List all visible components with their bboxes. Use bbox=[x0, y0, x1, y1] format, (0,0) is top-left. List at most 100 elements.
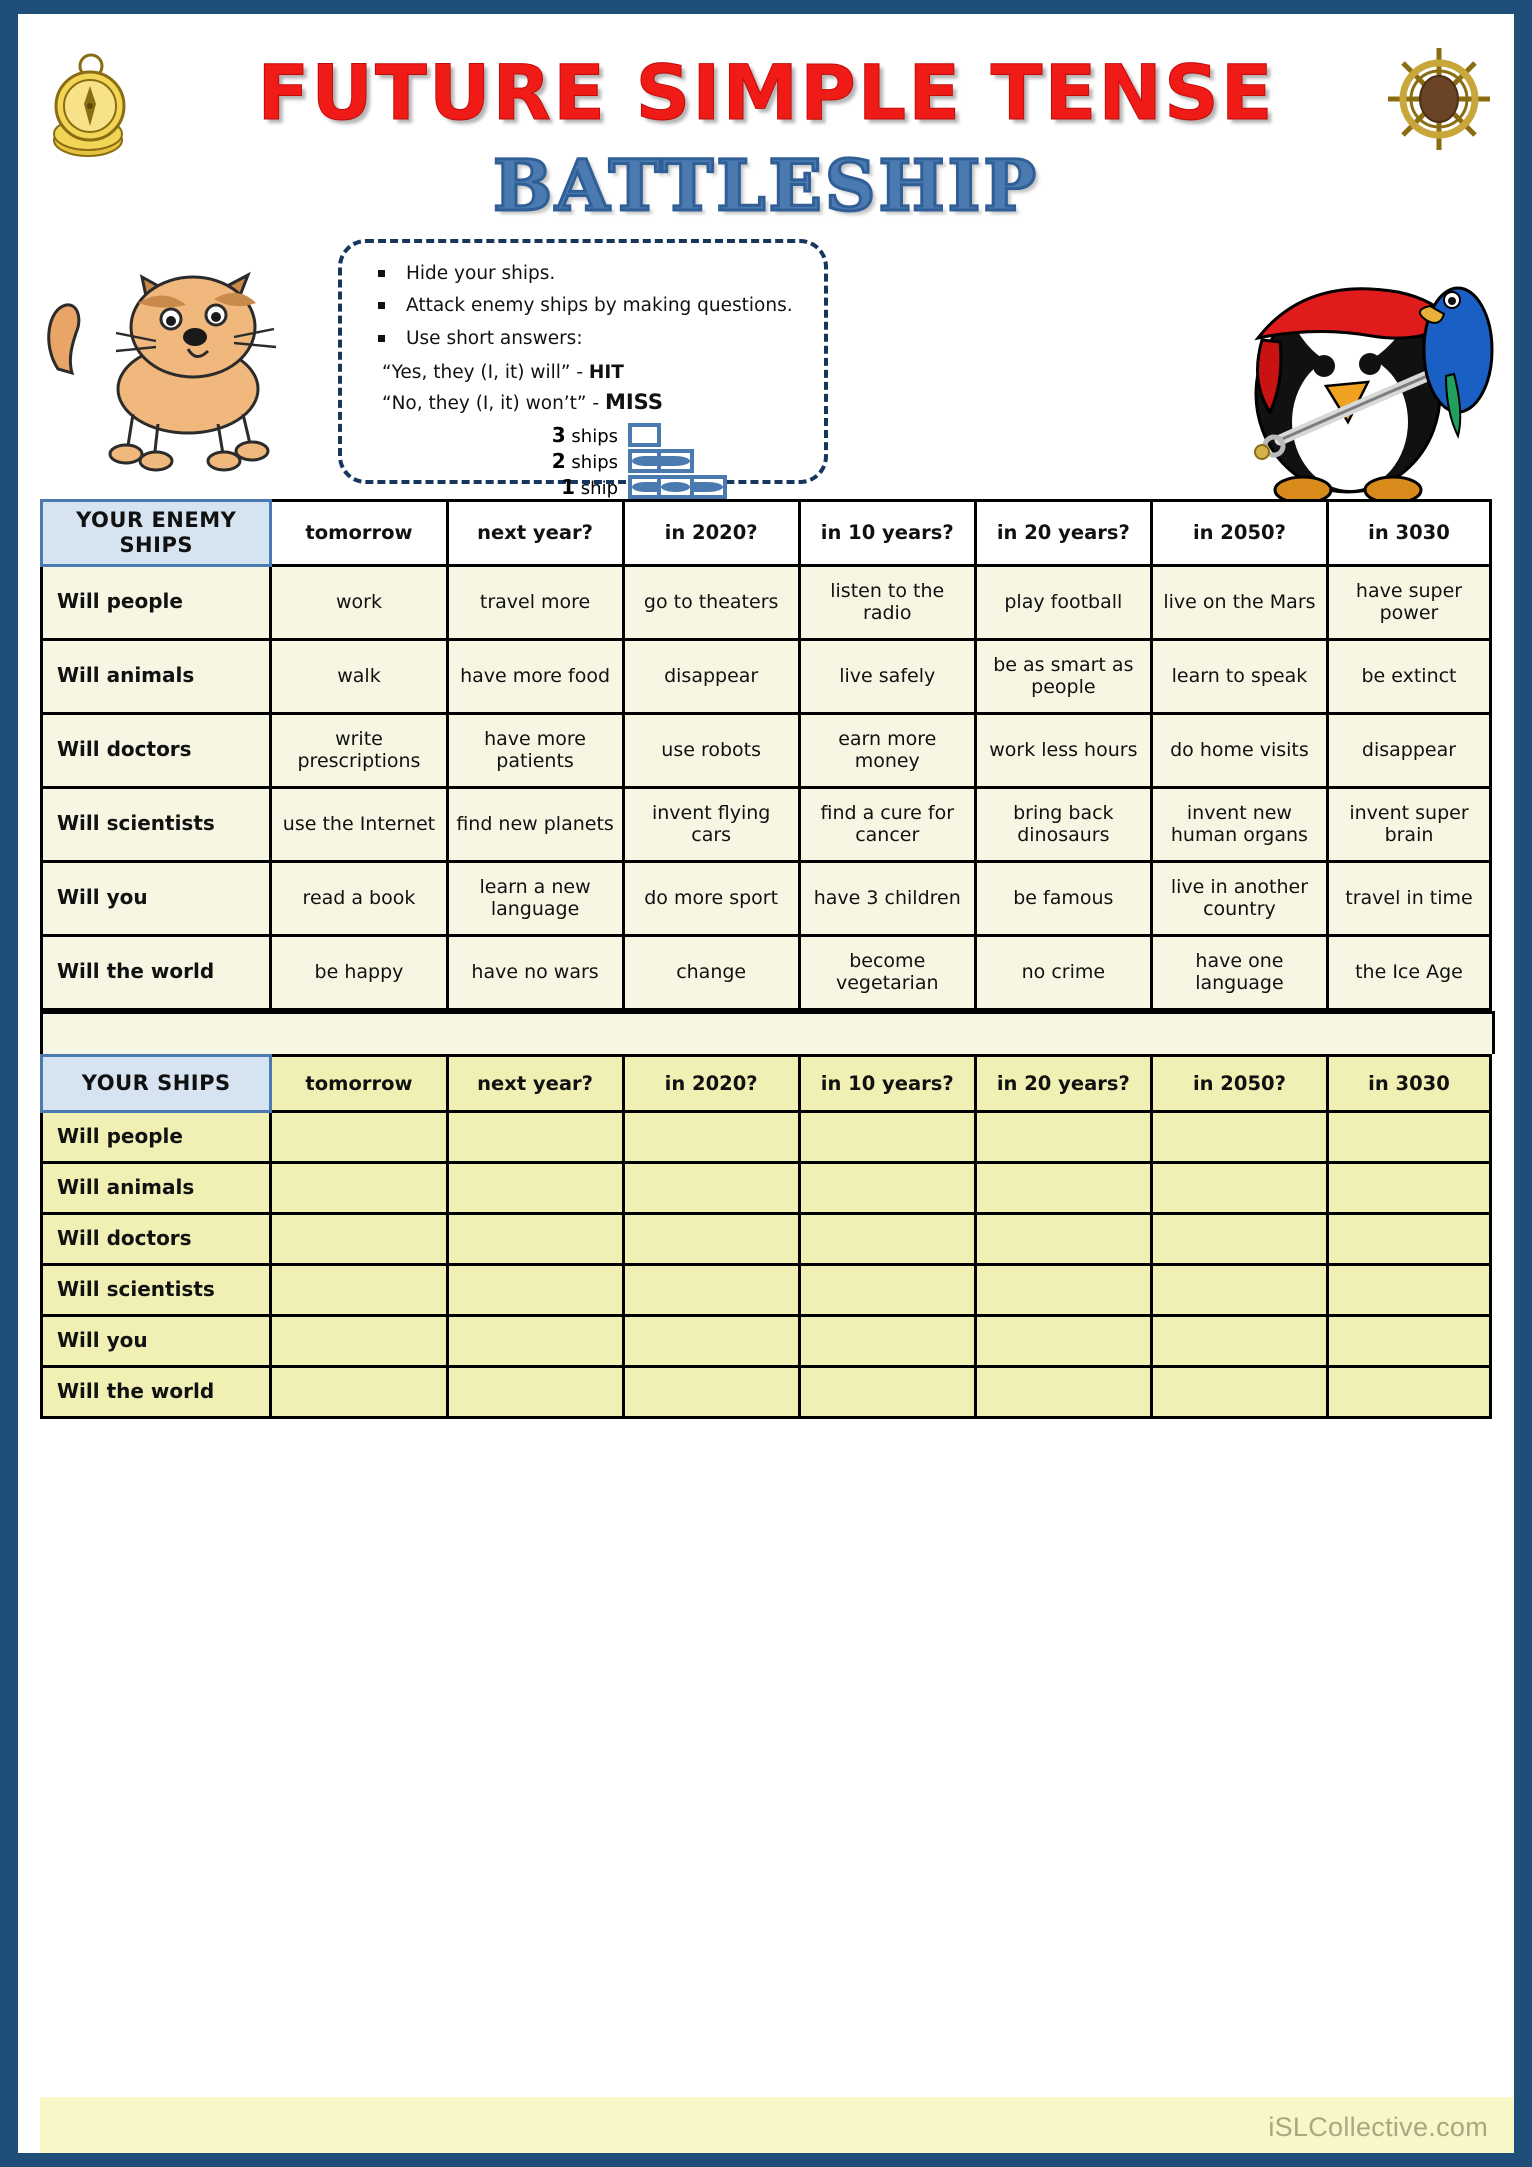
your-cell-r4-c4[interactable] bbox=[973, 1314, 1153, 1369]
your-cell-r3-c3[interactable] bbox=[797, 1263, 977, 1318]
enemy-cell-r0-c6[interactable]: have super power bbox=[1325, 563, 1493, 641]
enemy-cell-r3-c5[interactable]: invent new human organs bbox=[1149, 785, 1329, 863]
enemy-cell-r4-c5[interactable]: live in another country bbox=[1149, 859, 1329, 937]
your-cell-r1-c1[interactable] bbox=[445, 1161, 625, 1216]
your-cell-r3-c6[interactable] bbox=[1325, 1263, 1493, 1318]
enemy-cell-r1-c2[interactable]: disappear bbox=[621, 637, 801, 715]
row-label-4: Will you bbox=[39, 859, 273, 937]
your-cell-r4-c3[interactable] bbox=[797, 1314, 977, 1369]
your-cell-r2-c2[interactable] bbox=[621, 1212, 801, 1267]
enemy-cell-r3-c1[interactable]: find new planets bbox=[445, 785, 625, 863]
enemy-cell-r2-c3[interactable]: earn more money bbox=[797, 711, 977, 789]
enemy-cell-r0-c0[interactable]: work bbox=[269, 563, 449, 641]
enemy-cell-r1-c3[interactable]: live safely bbox=[797, 637, 977, 715]
enemy-cell-r5-c4[interactable]: no crime bbox=[973, 933, 1153, 1011]
legend-label-2: 2 ships bbox=[532, 449, 628, 473]
grid-spacer bbox=[40, 1010, 1495, 1055]
enemy-cell-r0-c1[interactable]: travel more bbox=[445, 563, 625, 641]
your-cell-r4-c6[interactable] bbox=[1325, 1314, 1493, 1369]
enemy-cell-r3-c4[interactable]: bring back dinosaurs bbox=[973, 785, 1153, 863]
enemy-cell-r3-c3[interactable]: find a cure for cancer bbox=[797, 785, 977, 863]
enemy-cell-r3-c2[interactable]: invent flying cars bbox=[621, 785, 801, 863]
enemy-cell-r5-c5[interactable]: have one language bbox=[1149, 933, 1329, 1011]
your-cell-r5-c2[interactable] bbox=[621, 1365, 801, 1420]
your-cell-r0-c5[interactable] bbox=[1149, 1110, 1329, 1165]
your-cell-r5-c5[interactable] bbox=[1149, 1365, 1329, 1420]
your-cell-r3-c2[interactable] bbox=[621, 1263, 801, 1318]
enemy-cell-r1-c6[interactable]: be extinct bbox=[1325, 637, 1493, 715]
your-cell-r0-c0[interactable] bbox=[269, 1110, 449, 1165]
miss-answer-text: “No, they (I, it) won’t” - bbox=[382, 392, 605, 414]
your-cell-r5-c3[interactable] bbox=[797, 1365, 977, 1420]
your-cell-r5-c6[interactable] bbox=[1325, 1365, 1493, 1420]
enemy-cell-r0-c2[interactable]: go to theaters bbox=[621, 563, 801, 641]
enemy-cell-r5-c2[interactable]: change bbox=[621, 933, 801, 1011]
enemy-cell-r0-c3[interactable]: listen to the radio bbox=[797, 563, 977, 641]
your-cell-r2-c3[interactable] bbox=[797, 1212, 977, 1267]
enemy-cell-r5-c1[interactable]: have no wars bbox=[445, 933, 625, 1011]
enemy-cell-r1-c0[interactable]: walk bbox=[269, 637, 449, 715]
your-cell-r5-c4[interactable] bbox=[973, 1365, 1153, 1420]
your-cell-r1-c6[interactable] bbox=[1325, 1161, 1493, 1216]
your-cell-r1-c4[interactable] bbox=[973, 1161, 1153, 1216]
enemy-cell-r0-c4[interactable]: play football bbox=[973, 563, 1153, 641]
your-cell-r4-c5[interactable] bbox=[1149, 1314, 1329, 1369]
enemy-cell-r1-c4[interactable]: be as smart as people bbox=[973, 637, 1153, 715]
enemy-cell-r2-c1[interactable]: have more patients bbox=[445, 711, 625, 789]
your-cell-r0-c1[interactable] bbox=[445, 1110, 625, 1165]
hit-answer-line: “Yes, they (I, it) will” - HIT bbox=[382, 360, 810, 387]
your-cell-r5-c1[interactable] bbox=[445, 1365, 625, 1420]
table-row: Will doctors write prescriptions have more… bbox=[39, 711, 1493, 789]
battleship-grids: YOUR ENEMY SHIPS tomorrow next year? in 202… bbox=[39, 499, 1495, 1420]
enemy-cell-r1-c5[interactable]: learn to speak bbox=[1149, 637, 1329, 715]
your-cell-r3-c1[interactable] bbox=[445, 1263, 625, 1318]
enemy-cell-r0-c5[interactable]: live on the Mars bbox=[1149, 563, 1329, 641]
your-cell-r0-c4[interactable] bbox=[973, 1110, 1153, 1165]
your-cell-r2-c5[interactable] bbox=[1149, 1212, 1329, 1267]
enemy-cell-r3-c6[interactable]: invent super brain bbox=[1325, 785, 1493, 863]
your-cell-r3-c5[interactable] bbox=[1149, 1263, 1329, 1318]
your-cell-r1-c3[interactable] bbox=[797, 1161, 977, 1216]
your-cell-r0-c3[interactable] bbox=[797, 1110, 977, 1165]
your-cell-r1-c0[interactable] bbox=[269, 1161, 449, 1216]
hit-label: HIT bbox=[588, 361, 624, 383]
enemy-cell-r5-c0[interactable]: be happy bbox=[269, 933, 449, 1011]
legend-count-2: 2 bbox=[551, 449, 566, 474]
enemy-cell-r4-c2[interactable]: do more sport bbox=[621, 859, 801, 937]
enemy-cell-r1-c1[interactable]: have more food bbox=[445, 637, 625, 715]
your-cell-r4-c2[interactable] bbox=[621, 1314, 801, 1369]
your-cell-r4-c1[interactable] bbox=[445, 1314, 625, 1369]
legend-word-2: ships bbox=[571, 452, 618, 474]
enemy-cell-r2-c2[interactable]: use robots bbox=[621, 711, 801, 789]
enemy-cell-r2-c0[interactable]: write prescriptions bbox=[269, 711, 449, 789]
enemy-cell-r5-c6[interactable]: the Ice Age bbox=[1325, 933, 1493, 1011]
your-cell-r3-c4[interactable] bbox=[973, 1263, 1153, 1318]
your-cell-r2-c4[interactable] bbox=[973, 1212, 1153, 1267]
your-cell-r0-c2[interactable] bbox=[621, 1110, 801, 1165]
enemy-cell-r4-c6[interactable]: travel in time bbox=[1325, 859, 1493, 937]
enemy-cell-r2-c4[interactable]: work less hours bbox=[973, 711, 1153, 789]
enemy-cell-r2-c5[interactable]: do home visits bbox=[1149, 711, 1329, 789]
your-cell-r3-c0[interactable] bbox=[269, 1263, 449, 1318]
enemy-cell-r4-c3[interactable]: have 3 children bbox=[797, 859, 977, 937]
enemy-cell-r5-c3[interactable]: become vegetarian bbox=[797, 933, 977, 1011]
your-cell-r2-c0[interactable] bbox=[269, 1212, 449, 1267]
enemy-cell-r2-c6[interactable]: disappear bbox=[1325, 711, 1493, 789]
enemy-cell-r4-c1[interactable]: learn a new language bbox=[445, 859, 625, 937]
instruction-item: Attack enemy ships by making questions. bbox=[364, 295, 810, 316]
enemy-cell-r4-c0[interactable]: read a book bbox=[269, 859, 449, 937]
enemy-cell-r3-c0[interactable]: use the Internet bbox=[269, 785, 449, 863]
enemy-ships-table: YOUR ENEMY SHIPS tomorrow next year? in 202… bbox=[39, 499, 1493, 1011]
your-cell-r2-c6[interactable] bbox=[1325, 1212, 1493, 1267]
table-row: Will the world bbox=[39, 1365, 1493, 1420]
your-cell-r1-c2[interactable] bbox=[621, 1161, 801, 1216]
your-cell-r2-c1[interactable] bbox=[445, 1212, 625, 1267]
row-label-0: Will people bbox=[39, 563, 273, 641]
your-cell-r1-c5[interactable] bbox=[1149, 1161, 1329, 1216]
enemy-cell-r4-c4[interactable]: be famous bbox=[973, 859, 1153, 937]
your-cell-r4-c0[interactable] bbox=[269, 1314, 449, 1369]
your-cell-r0-c6[interactable] bbox=[1325, 1110, 1493, 1165]
your-cell-r5-c0[interactable] bbox=[269, 1365, 449, 1420]
page-title: FUTURE SIMPLE TENSE bbox=[257, 48, 1275, 138]
worksheet-page: FUTURE SIMPLE TENSE BATTLESHIP Hide your… bbox=[18, 14, 1514, 2153]
